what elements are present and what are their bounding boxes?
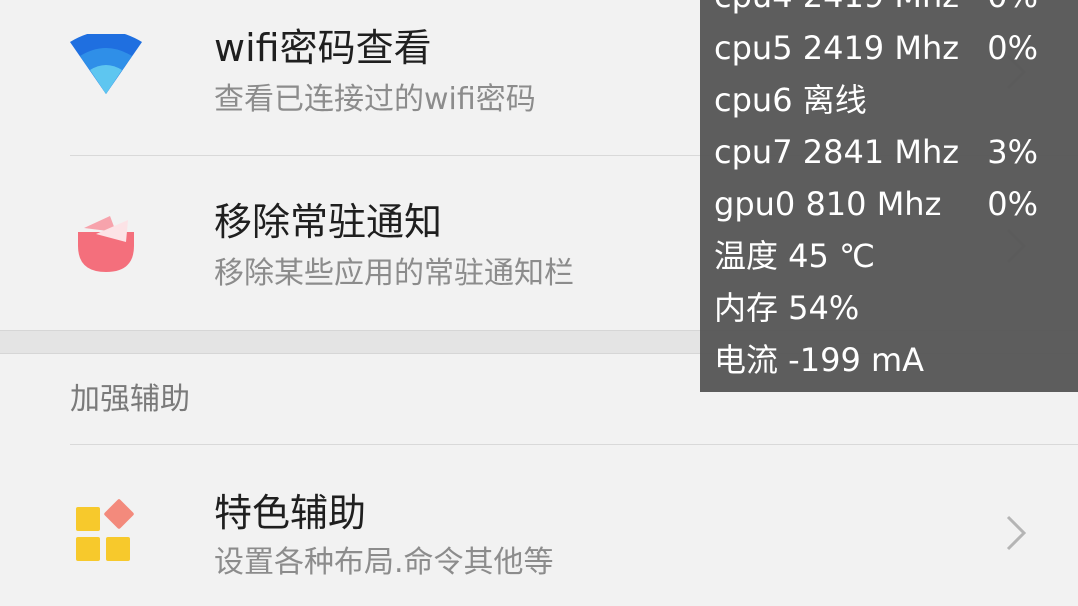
chevron-right-icon — [998, 513, 1034, 553]
item-title: wifi密码查看 — [214, 26, 432, 70]
item-title: 移除常驻通知 — [214, 200, 443, 244]
list-item-feature-assist[interactable]: 特色辅助 设置各种布局.命令其他等 — [0, 445, 1078, 606]
overlay-line-current: 电流 -199 mA — [714, 334, 1068, 386]
overlay-value: 3% — [987, 133, 1038, 171]
item-subtitle: 移除某些应用的常驻通知栏 — [214, 256, 574, 291]
overlay-label: cpu4 2419 Mhz — [714, 0, 959, 22]
overlay-value: 0% — [987, 29, 1038, 67]
overlay-label: cpu5 2419 Mhz — [714, 29, 960, 67]
overlay-value: 0% — [987, 0, 1038, 22]
overlay-line-memory: 内存 54% — [714, 282, 1068, 334]
tiles-icon — [70, 497, 142, 569]
overlay-line-cpu7: cpu7 2841 Mhz 3% — [714, 126, 1068, 178]
wifi-icon — [70, 31, 142, 106]
settings-page: wifi密码查看 查看已连接过的wifi密码 移除常驻通知 移除某些应用的常驻通… — [0, 0, 1078, 606]
item-subtitle: 查看已连接过的wifi密码 — [214, 82, 536, 117]
overlay-label: 温度 45 ℃ — [714, 237, 876, 275]
item-subtitle: 设置各种布局.命令其他等 — [214, 545, 554, 580]
overlay-line-gpu0: gpu0 810 Mhz 0% — [714, 178, 1068, 230]
overlay-label: 内存 54% — [714, 289, 860, 327]
overlay-value: 0% — [987, 185, 1038, 223]
item-title: 特色辅助 — [214, 491, 367, 535]
performance-overlay: cpu4 2419 Mhz 0% cpu5 2419 Mhz 0% cpu6 离… — [700, 0, 1078, 392]
overlay-label: gpu0 810 Mhz — [714, 185, 942, 223]
overlay-label: 电流 -199 mA — [714, 341, 925, 379]
notification-remove-icon — [70, 206, 142, 278]
section-header: 加强辅助 — [70, 382, 190, 417]
overlay-line-temperature: 温度 45 ℃ — [714, 230, 1068, 282]
overlay-line-cpu6: cpu6 离线 — [714, 74, 1068, 126]
overlay-line-cpu5: cpu5 2419 Mhz 0% — [714, 22, 1068, 74]
overlay-label: cpu6 离线 — [714, 81, 867, 119]
overlay-line-cpu4: cpu4 2419 Mhz 0% — [714, 0, 1068, 22]
overlay-label: cpu7 2841 Mhz — [714, 133, 960, 171]
